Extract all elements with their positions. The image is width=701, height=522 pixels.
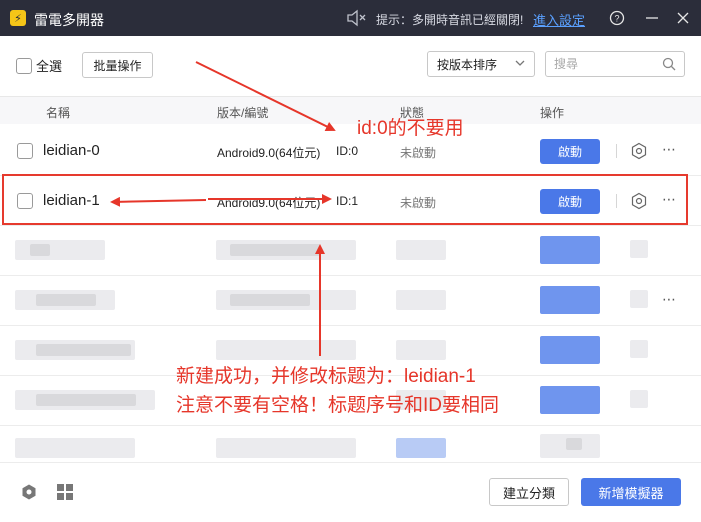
title-bar: ⚡ 雷電多開器 提示：多開時音訊已經關閉! 進入設定 ? bbox=[0, 0, 701, 36]
select-all-label: 全選 bbox=[36, 59, 63, 74]
blurred-row: ⋯ bbox=[0, 276, 701, 326]
divider bbox=[616, 144, 617, 158]
highlight-box bbox=[2, 174, 688, 225]
blurred-row bbox=[0, 426, 701, 462]
search-box[interactable] bbox=[545, 51, 685, 77]
table-header: 名稱 版本/編號 狀態 操作 bbox=[0, 96, 701, 124]
start-button[interactable]: 啟動 bbox=[540, 139, 600, 164]
annotation-note: 注意不要有空格！标题序号和ID要相同 bbox=[176, 395, 500, 416]
more-icon[interactable]: ⋯ bbox=[662, 291, 680, 309]
toolbar: 全選 批量操作 按版本排序 bbox=[0, 36, 701, 94]
footer: 建立分類 新增模擬器 bbox=[0, 462, 701, 522]
grid-icon[interactable] bbox=[56, 483, 74, 501]
header-name: 名稱 bbox=[46, 106, 71, 120]
sort-dropdown[interactable]: 按版本排序 bbox=[427, 51, 535, 77]
header-actions: 操作 bbox=[540, 106, 565, 120]
more-icon[interactable]: ⋯ bbox=[662, 141, 680, 159]
create-category-button[interactable]: 建立分類 bbox=[489, 478, 569, 506]
select-all[interactable]: 全選 bbox=[16, 56, 62, 75]
row-checkbox[interactable] bbox=[17, 143, 33, 159]
settings-link[interactable]: 進入設定 bbox=[533, 10, 585, 29]
hexagon-settings-icon[interactable] bbox=[20, 483, 38, 501]
sort-dropdown-label: 按版本排序 bbox=[437, 57, 498, 72]
help-icon[interactable]: ? bbox=[606, 7, 628, 29]
row-name: leidian-0 bbox=[43, 142, 100, 159]
new-emulator-button[interactable]: 新增模擬器 bbox=[581, 478, 681, 506]
header-version: 版本/編號 bbox=[217, 106, 269, 120]
audio-notice: 提示：多開時音訊已經關閉! bbox=[376, 13, 524, 27]
minimize-icon[interactable] bbox=[641, 7, 663, 29]
batch-operation-button[interactable]: 批量操作 bbox=[82, 52, 153, 78]
close-icon[interactable] bbox=[672, 7, 694, 29]
chevron-down-icon bbox=[515, 60, 525, 66]
speaker-muted-icon[interactable] bbox=[346, 9, 368, 27]
select-all-checkbox[interactable] bbox=[16, 57, 32, 74]
annotation-note: id:0的不要用 bbox=[357, 118, 464, 139]
row-status: 未啟動 bbox=[400, 146, 437, 160]
svg-text:?: ? bbox=[614, 14, 619, 24]
blurred-row bbox=[0, 226, 701, 276]
app-logo-icon: ⚡ bbox=[10, 10, 26, 26]
row-version: Android9.0(64位元) bbox=[217, 146, 321, 160]
search-icon[interactable] bbox=[662, 57, 676, 71]
settings-icon[interactable] bbox=[630, 142, 648, 160]
table-row[interactable]: leidian-0 Android9.0(64位元) ID:0 未啟動 啟動 ⋯ bbox=[0, 126, 701, 176]
row-id: ID:0 bbox=[336, 144, 359, 158]
annotation-note: 新建成功，并修改标题为：leidian-1 bbox=[176, 366, 476, 387]
search-input[interactable] bbox=[554, 52, 654, 76]
app-title: 雷電多開器 bbox=[34, 12, 104, 28]
